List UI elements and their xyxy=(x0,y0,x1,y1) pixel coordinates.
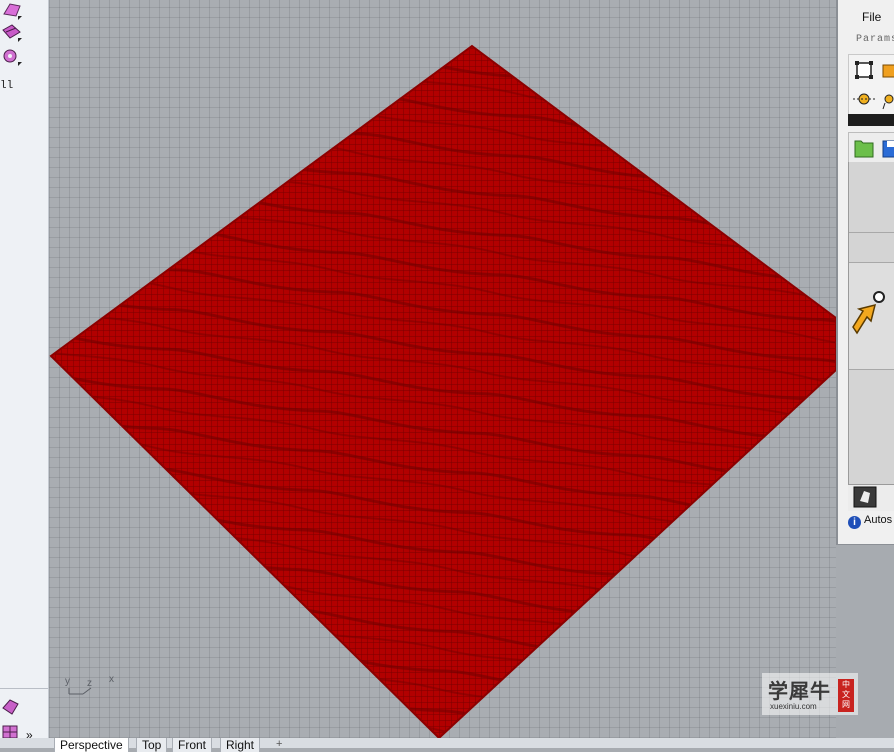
mesh-surface xyxy=(49,44,836,738)
viewport-tab-bar: Perspective Top Front Right + xyxy=(0,738,894,752)
canvas-divider xyxy=(849,232,894,233)
watermark-badge-char: 中 xyxy=(842,680,850,689)
axis-indicator: y z x xyxy=(63,672,123,702)
gear-mesh-icon[interactable] xyxy=(0,46,24,68)
mesh-ridges xyxy=(51,46,836,738)
point-param-icon xyxy=(853,93,875,105)
perspective-viewport[interactable]: y z x xyxy=(49,0,836,738)
toolbar-truncated-label: ll xyxy=(0,80,14,92)
menu-file[interactable]: File xyxy=(862,10,881,24)
canvas-toolbar xyxy=(848,132,894,164)
add-viewport-tab-button[interactable]: + xyxy=(276,738,282,750)
tab-params[interactable]: Params xyxy=(856,34,894,45)
surface-tool-icon[interactable] xyxy=(0,0,24,22)
tab-perspective[interactable]: Perspective xyxy=(54,738,129,752)
tab-top[interactable]: Top xyxy=(136,738,168,752)
tab-front[interactable]: Front xyxy=(172,738,213,752)
watermark-url: xuexiniu.com xyxy=(770,702,817,711)
autosave-status: i Autos xyxy=(848,514,892,529)
autosave-text: Autos xyxy=(864,514,893,526)
open-file-icon xyxy=(854,140,874,158)
solid-tool-icon[interactable] xyxy=(0,696,24,718)
info-icon: i xyxy=(848,516,861,529)
lock-param-icon xyxy=(882,64,894,78)
grasshopper-canvas[interactable] xyxy=(848,162,894,484)
cursor-arrow-icon xyxy=(852,291,885,335)
watermark-badge-char: 网 xyxy=(842,700,850,709)
patch-tool-icon[interactable] xyxy=(0,22,24,44)
rhino-status-icon xyxy=(853,486,877,508)
grasshopper-panel: File Params i Autos xyxy=(836,0,894,545)
left-toolbar: ll » xyxy=(0,0,49,748)
status-bar xyxy=(848,484,894,511)
canvas-strip xyxy=(849,262,894,370)
save-file-icon xyxy=(882,140,894,158)
tab-right[interactable]: Right xyxy=(220,738,261,752)
component-ribbon xyxy=(848,54,894,118)
toolbar-separator xyxy=(0,688,48,689)
watermark-badge-char: 文 xyxy=(842,690,850,699)
geometry-param-icon xyxy=(855,61,873,79)
vector-param-icon xyxy=(882,94,894,110)
ribbon-footer-bar xyxy=(848,114,894,126)
site-watermark: 学犀牛 xuexiniu.com 中 文 网 xyxy=(762,673,858,715)
watermark-badge: 中 文 网 xyxy=(838,679,854,712)
watermark-title: 学犀牛 xyxy=(768,679,831,703)
